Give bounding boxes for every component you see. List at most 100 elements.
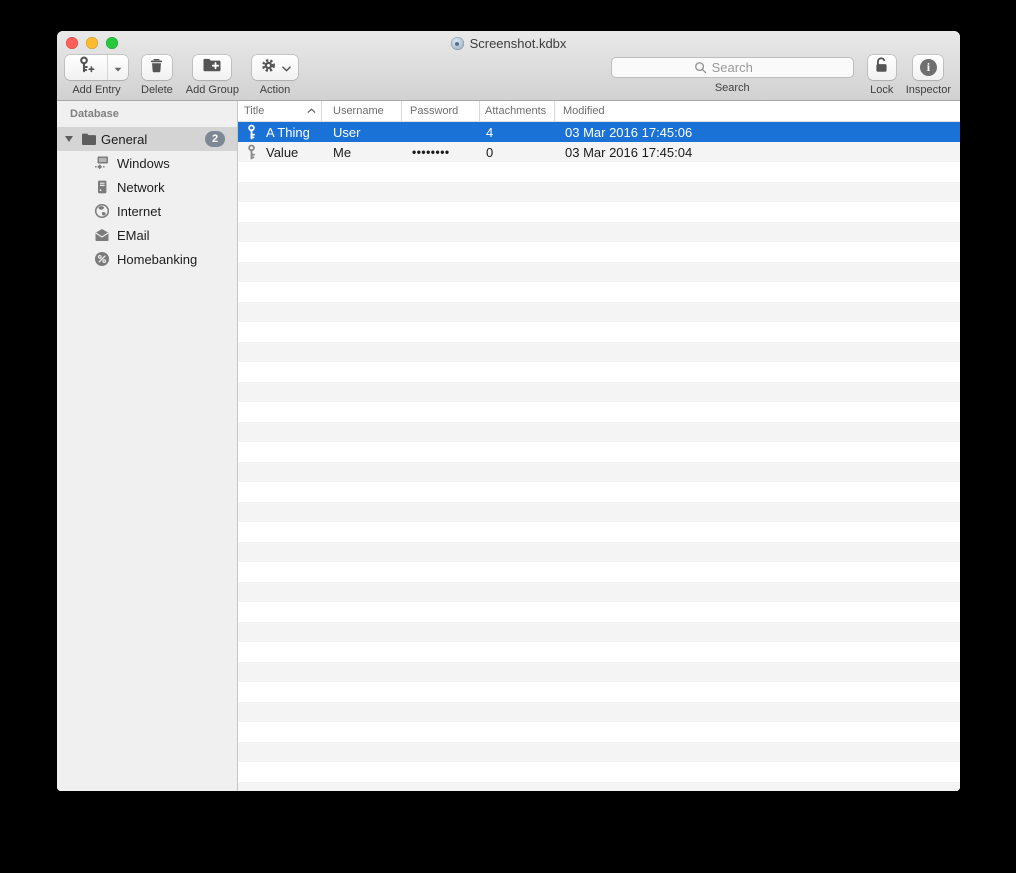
- action-label: Action: [259, 84, 291, 96]
- table-stripe: [238, 562, 960, 582]
- sidebar-item-general[interactable]: General 2: [57, 127, 237, 151]
- folder-plus-icon: [202, 57, 222, 78]
- table-row[interactable]: A Thing User 4 03 Mar 2016 17:45:06: [238, 122, 960, 142]
- globe-icon: [94, 203, 110, 219]
- table-stripe: [238, 222, 960, 242]
- table-stripe: [238, 762, 960, 782]
- table-stripe: [238, 362, 960, 382]
- table-stripe: [238, 442, 960, 462]
- add-group-group: Add Group: [186, 55, 239, 96]
- email-icon: [94, 228, 110, 242]
- titlebar[interactable]: Screenshot.kdbx: [57, 31, 960, 53]
- table-stripe: [238, 582, 960, 602]
- search-field-wrap: [610, 57, 854, 78]
- table-stripe: [238, 422, 960, 442]
- close-button[interactable]: [66, 37, 78, 49]
- sidebar-item-windows[interactable]: Windows: [57, 151, 237, 175]
- table-stripe: [238, 642, 960, 662]
- delete-group: Delete: [141, 55, 173, 96]
- sidebar-item-label: Internet: [117, 203, 162, 219]
- sidebar-item-label: EMail: [117, 227, 150, 243]
- key-icon: [246, 124, 257, 140]
- dropdown-arrow-icon: [114, 59, 122, 77]
- content-area: Database General 2 Windows Network Inter…: [57, 101, 960, 791]
- percent-icon: [94, 251, 110, 267]
- table-stripe: [238, 302, 960, 322]
- column-header-password[interactable]: Password: [402, 101, 480, 121]
- table-stripe: [238, 462, 960, 482]
- table-stripe: [238, 242, 960, 262]
- table-stripe: [238, 202, 960, 222]
- sidebar-item-homebanking[interactable]: Homebanking: [57, 247, 237, 271]
- sidebar-item-label: Windows: [117, 155, 170, 171]
- table-stripe: [238, 682, 960, 702]
- sidebar-item-network[interactable]: Network: [57, 175, 237, 199]
- delete-button[interactable]: [141, 55, 172, 80]
- sidebar-item-label: Network: [117, 179, 165, 195]
- table-stripe: [238, 162, 960, 182]
- inspector-button[interactable]: i: [913, 55, 944, 80]
- sidebar-item-label: Homebanking: [117, 251, 198, 267]
- table-stripe: [238, 482, 960, 502]
- table-row[interactable]: Value Me •••••••• 0 03 Mar 2016 17:45:04: [238, 142, 960, 162]
- table-stripe: [238, 542, 960, 562]
- table-stripe: [238, 662, 960, 682]
- table-stripe: [238, 782, 960, 791]
- add-entry-button[interactable]: [65, 55, 128, 80]
- entry-password: ••••••••: [412, 145, 450, 159]
- info-icon: i: [919, 59, 937, 76]
- folder-icon: [81, 132, 97, 146]
- entry-attachments: 4: [486, 124, 494, 140]
- column-header-modified[interactable]: Modified: [555, 101, 960, 121]
- delete-label: Delete: [141, 84, 173, 96]
- add-group-button[interactable]: [193, 55, 232, 80]
- document-proxy-icon[interactable]: [450, 37, 464, 50]
- table-stripe: [238, 402, 960, 422]
- lock-label: Lock: [870, 84, 894, 96]
- table-stripe: [238, 702, 960, 722]
- inspector-group: i Inspector: [906, 55, 951, 96]
- search-input[interactable]: [610, 57, 854, 78]
- disclosure-triangle-icon[interactable]: [65, 136, 73, 142]
- column-header-attachments[interactable]: Attachments: [480, 101, 555, 121]
- entry-count-badge: 2: [205, 131, 225, 147]
- sidebar: Database General 2 Windows Network Inter…: [57, 101, 238, 791]
- column-header-username[interactable]: Username: [322, 101, 402, 121]
- entry-modified: 03 Mar 2016 17:45:06: [565, 124, 693, 140]
- sidebar-section-header: Database: [70, 108, 119, 120]
- app-window: Screenshot.kdbx Add Entry Delete Add Gro…: [57, 31, 960, 791]
- table-stripe: [238, 382, 960, 402]
- add-entry-main-segment[interactable]: [65, 55, 107, 80]
- key-plus-icon: [77, 56, 96, 79]
- add-entry-dropdown-segment[interactable]: [107, 55, 128, 80]
- sidebar-item-email[interactable]: EMail: [57, 223, 237, 247]
- table-header: Title Username Password Attachments Modi…: [238, 101, 960, 122]
- lock-group: Lock: [867, 55, 896, 96]
- entry-table: Title Username Password Attachments Modi…: [238, 101, 960, 791]
- table-stripe: [238, 342, 960, 362]
- minimize-button[interactable]: [86, 37, 98, 49]
- table-stripe: [238, 322, 960, 342]
- action-button[interactable]: [252, 55, 298, 80]
- windows-icon: [94, 155, 110, 171]
- lock-button[interactable]: [867, 55, 896, 80]
- search-label: Search: [714, 82, 750, 94]
- key-icon: [246, 144, 257, 160]
- zoom-button[interactable]: [106, 37, 118, 49]
- table-stripe: [238, 602, 960, 622]
- entry-title: A Thing: [266, 124, 310, 140]
- sidebar-item-internet[interactable]: Internet: [57, 199, 237, 223]
- entry-username: User: [333, 124, 361, 140]
- network-icon: [94, 179, 110, 195]
- table-stripe: [238, 722, 960, 742]
- column-header-title[interactable]: Title: [238, 101, 322, 121]
- action-group: Action: [252, 55, 298, 96]
- table-stripe: [238, 522, 960, 542]
- table-stripe: [238, 622, 960, 642]
- entry-username: Me: [333, 144, 352, 160]
- entry-title: Value: [266, 144, 299, 160]
- sidebar-item-label: General: [101, 131, 148, 147]
- table-stripe: [238, 182, 960, 202]
- add-entry-label: Add Entry: [72, 84, 121, 96]
- add-group-label: Add Group: [185, 84, 239, 96]
